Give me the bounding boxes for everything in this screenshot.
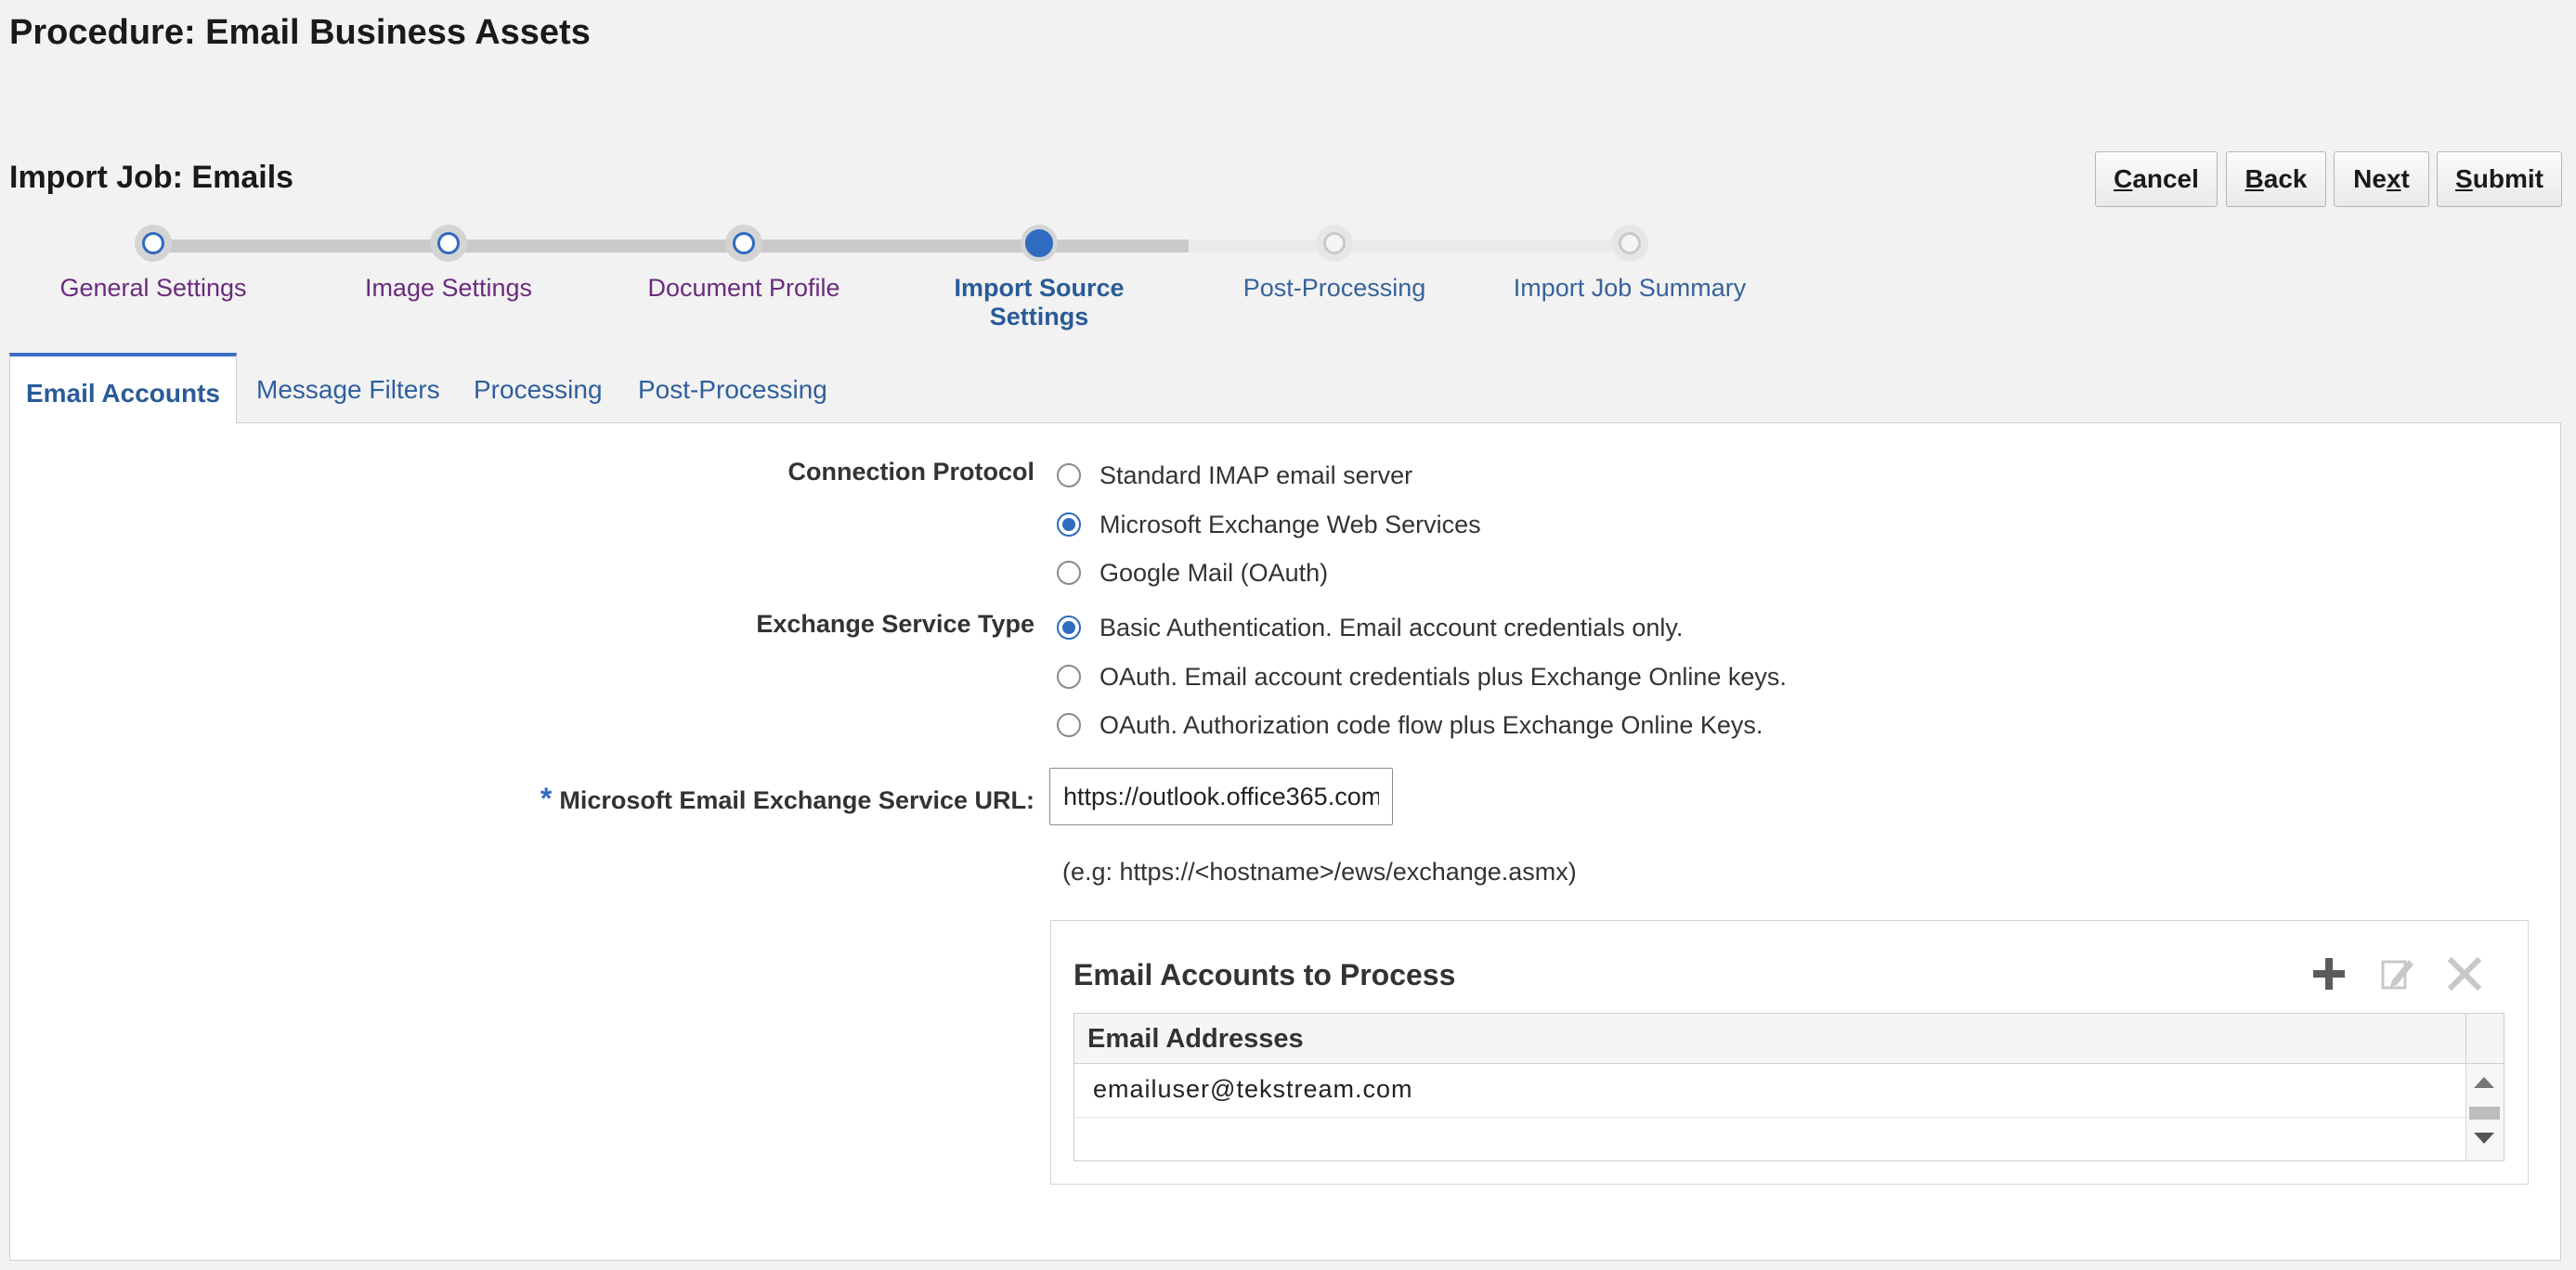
connection-protocol-label: Connection Protocol (787, 458, 1035, 486)
submit-button[interactable]: Submit (2437, 151, 2562, 207)
job-title: Import Job: Emails (9, 160, 294, 195)
train-label-document-profile[interactable]: Document Profile (614, 274, 874, 303)
plus-icon[interactable] (2308, 952, 2350, 995)
train-stop-post-processing (1316, 225, 1353, 262)
radio-oauth-credentials-label[interactable]: OAuth. Email account credentials plus Ex… (1099, 663, 1787, 692)
table-row[interactable]: emailuser@tekstream.com (1074, 1064, 2465, 1118)
tab-post-processing[interactable]: Post-Processing (638, 353, 827, 423)
train-stop-image-settings[interactable] (430, 225, 467, 262)
service-url-input[interactable] (1049, 768, 1393, 825)
service-url-hint: (e.g: https://<hostname>/ews/exchange.as… (1062, 858, 1577, 886)
train-label-import-source-settings: Import Source Settings (954, 274, 1125, 330)
radio-standard-imap[interactable]: Standard IMAP email server (1057, 459, 1412, 492)
radio-google-mail[interactable]: Google Mail (OAuth) (1057, 556, 1328, 590)
next-button[interactable]: Next (2334, 151, 2429, 207)
radio-basic-auth-control[interactable] (1057, 616, 1081, 640)
radio-oauth-code-flow-label[interactable]: OAuth. Authorization code flow plus Exch… (1099, 711, 1763, 740)
scroll-up-arrow[interactable] (2474, 1077, 2494, 1088)
train-label-general-settings[interactable]: General Settings (23, 274, 283, 303)
train-label-image-settings[interactable]: Image Settings (319, 274, 579, 303)
email-accounts-title: Email Accounts to Process (1073, 958, 1456, 991)
tab-message-filters[interactable]: Message Filters (256, 353, 440, 423)
train-label-post-processing: Post-Processing (1242, 274, 1426, 302)
train-stop-import-source-settings (1021, 225, 1058, 262)
radio-exchange-web-services-label[interactable]: Microsoft Exchange Web Services (1099, 511, 1481, 539)
radio-basic-auth-label[interactable]: Basic Authentication. Email account cred… (1099, 614, 1683, 642)
tab-processing[interactable]: Processing (474, 353, 603, 423)
radio-oauth-code-flow[interactable]: OAuth. Authorization code flow plus Exch… (1057, 708, 1763, 742)
tab-email-accounts[interactable]: Email Accounts (9, 353, 237, 423)
train-track-future (1189, 240, 1630, 253)
service-url-label: * Microsoft Email Exchange Service URL: (464, 782, 1034, 816)
edit-icon (2381, 960, 2413, 990)
scroll-down-arrow[interactable] (2474, 1133, 2494, 1144)
train-stop-general-settings[interactable] (135, 225, 172, 262)
radio-exchange-web-services[interactable]: Microsoft Exchange Web Services (1057, 508, 1481, 541)
radio-standard-imap-label[interactable]: Standard IMAP email server (1099, 461, 1412, 490)
exchange-service-type-label: Exchange Service Type (756, 610, 1034, 638)
column-header-email-addresses[interactable]: Email Addresses (1074, 1014, 2465, 1064)
back-button[interactable]: Back (2226, 151, 2326, 207)
required-indicator: * (540, 782, 553, 815)
radio-oauth-credentials-control[interactable] (1057, 665, 1081, 689)
email-address-cell: emailuser@tekstream.com (1093, 1075, 1413, 1103)
radio-exchange-web-services-control[interactable] (1057, 512, 1081, 537)
radio-basic-auth[interactable]: Basic Authentication. Email account cred… (1057, 611, 1683, 644)
train-stop-import-job-summary (1611, 225, 1648, 262)
column-header-filler (2465, 1014, 2504, 1064)
procedure-title: Procedure: Email Business Assets (9, 13, 591, 52)
train-label-import-job-summary: Import Job Summary (1513, 274, 1747, 302)
train-stop-document-profile[interactable] (725, 225, 762, 262)
radio-google-mail-label[interactable]: Google Mail (OAuth) (1099, 559, 1328, 588)
scroll-thumb[interactable] (2469, 1107, 2500, 1120)
radio-oauth-code-flow-control[interactable] (1057, 713, 1081, 737)
service-url-label-text: Microsoft Email Exchange Service URL: (559, 786, 1034, 814)
cancel-button[interactable]: Cancel (2095, 151, 2218, 207)
radio-oauth-credentials[interactable]: OAuth. Email account credentials plus Ex… (1057, 660, 1787, 693)
delete-icon (2447, 956, 2482, 991)
radio-google-mail-control[interactable] (1057, 561, 1081, 585)
radio-standard-imap-control[interactable] (1057, 463, 1081, 487)
